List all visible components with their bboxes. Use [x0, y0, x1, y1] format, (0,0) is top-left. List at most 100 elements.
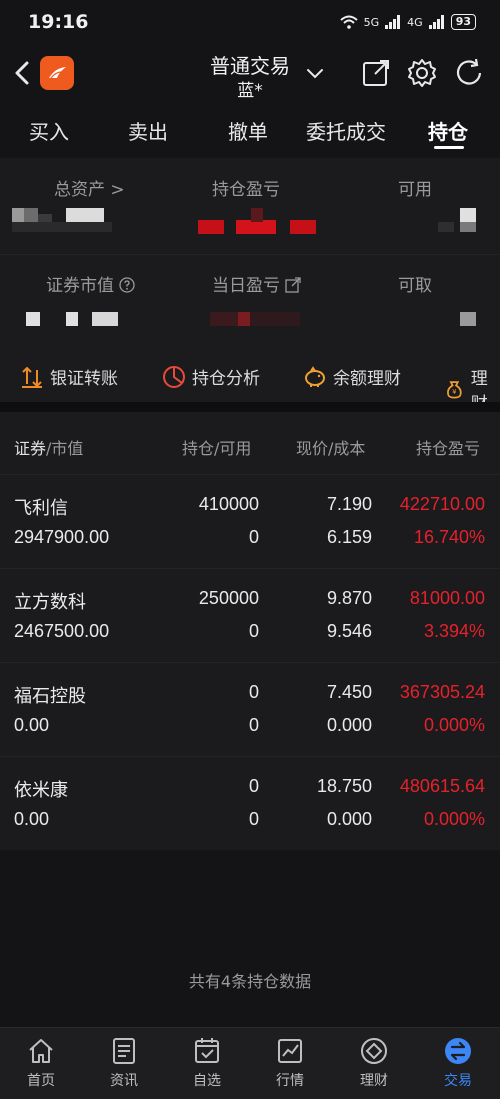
account-name[interactable]: 蓝* [190, 76, 310, 101]
header-pnl[interactable]: 持仓盈亏 [416, 435, 480, 459]
tab-cancel[interactable]: 撤单 [228, 116, 268, 145]
tab-orders[interactable]: 委托成交 [306, 116, 386, 145]
section-separator [0, 402, 500, 412]
pnl-percent: 16.740% [413, 527, 485, 547]
market-value: 0.00 [14, 715, 50, 735]
pnl-amount: 367305.24 [399, 682, 485, 702]
market-value-text: 证券市值 [46, 276, 114, 296]
stock-name: 飞利信 [14, 498, 68, 519]
status-icons: 5G 4G 93 [339, 14, 476, 30]
pnl-percent: 0.000% [423, 715, 485, 735]
battery-icon: 93 [450, 14, 476, 30]
refresh-icon[interactable] [454, 58, 484, 88]
nav-news[interactable]: 资讯 [92, 1036, 156, 1090]
nav-news-label: 资讯 [110, 1073, 138, 1089]
nav-trade-label: 交易 [444, 1073, 472, 1089]
trade-icon [445, 1038, 471, 1064]
current-price: 18.750 [316, 776, 372, 796]
quick-position-analysis[interactable]: 持仓分析 [162, 364, 260, 389]
quick-transfer[interactable]: 银证转账 [20, 364, 118, 389]
market-value-label: 证券市值 [46, 271, 136, 296]
position-qty: 410000 [198, 494, 259, 514]
current-price: 7.190 [326, 494, 372, 514]
daily-pnl-text: 当日盈亏 [212, 276, 280, 296]
status-time: 19:16 [28, 11, 89, 33]
share-link-icon[interactable] [285, 277, 302, 293]
settings-gear-icon[interactable] [407, 58, 437, 88]
status-bar: 19:16 5G 4G 93 [0, 0, 500, 48]
pnl-percent: 0.000% [423, 809, 485, 829]
available-qty: 0 [248, 621, 259, 641]
network-5g-label: 5G [363, 15, 380, 29]
positions-table: 证券/市值 持仓/可用 现价/成本 持仓盈亏 飞利信 2947900.00 41… [0, 412, 500, 850]
quick-actions: 银证转账 持仓分析 余额理财 ¥ 理财 [0, 354, 500, 414]
tab-sell[interactable]: 卖出 [128, 116, 168, 145]
wifi-icon [339, 15, 358, 29]
external-link-icon[interactable] [361, 58, 391, 88]
pnl-amount: 480615.64 [399, 776, 485, 796]
position-qty: 0 [248, 682, 259, 702]
news-icon [113, 1038, 135, 1064]
account-title[interactable]: 普通交易 [190, 50, 310, 79]
app-logo [40, 56, 74, 90]
signal-icon [385, 15, 401, 29]
back-arrow-icon[interactable] [10, 58, 34, 88]
nav-home-label: 首页 [27, 1073, 55, 1089]
transfer-icon [22, 366, 42, 388]
available-label: 可用 [398, 180, 432, 200]
logo-wing-icon [49, 67, 66, 79]
header-market-value-text: /市值 [46, 439, 84, 458]
nav-market[interactable]: 行情 [258, 1036, 322, 1090]
header-price[interactable]: 现价/成本 [296, 435, 365, 459]
available-qty: 0 [248, 715, 259, 735]
market-value: 0.00 [14, 809, 50, 829]
cost-price: 6.159 [326, 527, 372, 547]
nav-watchlist-label: 自选 [193, 1073, 221, 1089]
wealth-icon [361, 1038, 387, 1064]
available-qty: 0 [248, 527, 259, 547]
position-qty: 0 [248, 776, 259, 796]
table-row[interactable]: 立方数科 2467500.00 250000 0 9.870 9.546 810… [0, 568, 500, 662]
nav-wealth-label: 理财 [360, 1073, 388, 1089]
quick-balance-wealth[interactable]: 余额理财 [303, 364, 401, 389]
table-row[interactable]: 福石控股 0.00 0 0 7.450 0.000 367305.24 0.00… [0, 662, 500, 756]
signal-icon-2 [428, 15, 444, 29]
withdrawable-label: 可取 [398, 276, 432, 296]
tab-buy[interactable]: 买入 [29, 116, 69, 145]
current-price: 9.870 [326, 588, 372, 608]
nav-trade[interactable]: 交易 [426, 1036, 490, 1090]
available-qty: 0 [248, 809, 259, 829]
asset-summary: 总资产 > 持仓盈亏 可用 证券市值 当日盈亏 可取 [0, 158, 500, 354]
stock-name: 依米康 [14, 780, 68, 801]
summary-divider [0, 254, 500, 255]
cost-price: 9.546 [326, 621, 372, 641]
nav-watchlist[interactable]: 自选 [175, 1036, 239, 1090]
nav-home[interactable]: 首页 [9, 1036, 73, 1090]
header-security[interactable]: 证券/市值 [14, 435, 83, 459]
pnl-amount: 81000.00 [409, 588, 485, 608]
positions-count-note: 共有4条持仓数据 [188, 972, 312, 991]
svg-text:¥: ¥ [452, 388, 457, 396]
total-assets-label[interactable]: 总资产 > [54, 175, 125, 200]
help-icon[interactable] [119, 277, 136, 293]
money-bag-icon: ¥ [447, 381, 462, 399]
current-price: 7.450 [326, 682, 372, 702]
nav-wealth[interactable]: 理财 [342, 1036, 406, 1090]
chevron-down-icon[interactable] [304, 62, 326, 84]
cost-price: 0.000 [326, 715, 372, 735]
table-row[interactable]: 依米康 0.00 0 0 18.750 0.000 480615.64 0.00… [0, 756, 500, 850]
nav-market-label: 行情 [276, 1073, 304, 1089]
tab-positions[interactable]: 持仓 [428, 116, 468, 145]
stock-name: 立方数科 [14, 592, 86, 613]
position-qty: 250000 [198, 588, 259, 608]
bottom-nav: 首页 资讯 自选 行情 理财 交易 [0, 1027, 500, 1099]
header-position[interactable]: 持仓/可用 [182, 435, 251, 459]
table-row[interactable]: 飞利信 2947900.00 410000 0 7.190 6.159 4227… [0, 474, 500, 568]
header-security-text: 证券 [14, 439, 47, 458]
cost-price: 0.000 [326, 809, 372, 829]
pnl-percent: 3.394% [423, 621, 485, 641]
market-value: 2947900.00 [14, 527, 110, 547]
piggy-bank-icon [305, 365, 325, 387]
market-icon [278, 1039, 302, 1063]
quick-analysis-label: 持仓分析 [192, 369, 260, 389]
